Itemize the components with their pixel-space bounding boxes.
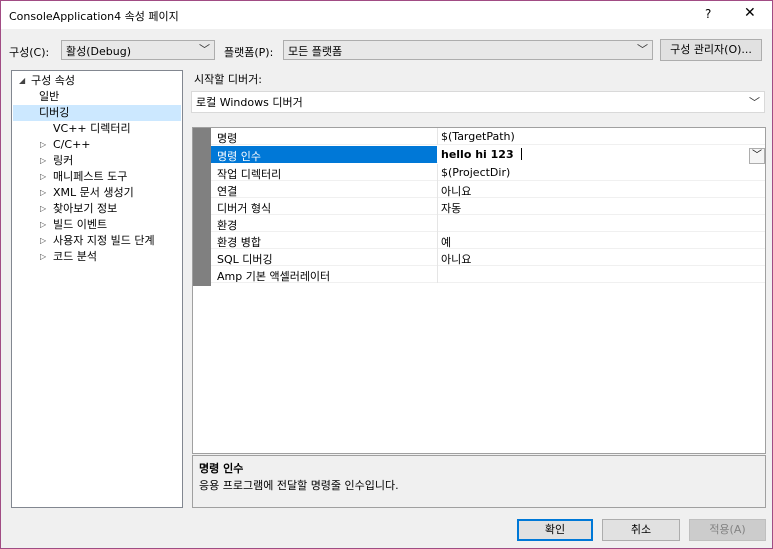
- help-button[interactable]: ?: [705, 7, 711, 21]
- property-name: 환경 병합: [217, 236, 261, 249]
- property-name: 디버거 형식: [217, 202, 272, 215]
- debugger-select[interactable]: 로컬 Windows 디버거 ﹀: [191, 91, 765, 113]
- property-row-debugger-type[interactable]: 디버거 형식 자동: [211, 198, 765, 215]
- tree-item-label: VC++ 디렉터리: [53, 122, 131, 135]
- tree-item-vc-directories[interactable]: VC++ 디렉터리: [53, 121, 131, 137]
- arguments-dropdown-button[interactable]: ﹀: [749, 148, 765, 164]
- property-name: 환경: [217, 219, 238, 232]
- close-button[interactable]: ✕: [744, 5, 756, 21]
- property-row-command-arguments[interactable]: 명령 인수 hello hi 123: [211, 146, 765, 163]
- property-name: 명령 인수: [217, 150, 261, 163]
- property-value: 아니요: [441, 253, 472, 266]
- platform-select[interactable]: 모든 플랫폼 ﹀: [283, 40, 653, 60]
- property-row-merge-environment[interactable]: 환경 병합 예: [211, 232, 765, 249]
- property-grid: 명령 $(TargetPath) 명령 인수 hello hi 123 작업 디…: [192, 127, 766, 454]
- configuration-row: 구성(C): 활성(Debug) ﹀ 플랫폼(P): 모든 플랫폼 ﹀ 구성 관…: [1, 39, 772, 62]
- collapsed-triangle-icon[interactable]: ▷: [40, 249, 46, 265]
- tree-item-general[interactable]: 일반: [39, 89, 59, 105]
- tree-item-label: 찾아보기 정보: [53, 202, 118, 215]
- column-divider: [437, 181, 438, 198]
- configuration-select[interactable]: 활성(Debug) ﹀: [61, 40, 215, 60]
- tree-item-label: 빌드 이벤트: [53, 218, 108, 231]
- property-value: $(ProjectDir): [441, 166, 511, 179]
- tree-root[interactable]: ◢ 구성 속성: [19, 73, 75, 89]
- title-bar: ConsoleApplication4 속성 페이지 ? ✕: [1, 1, 772, 29]
- column-divider: [437, 164, 438, 181]
- chevron-down-icon: ﹀: [752, 150, 762, 161]
- grid-gutter: [193, 128, 211, 286]
- debugger-label: 시작할 디버거:: [194, 73, 262, 86]
- window-title: ConsoleApplication4 속성 페이지: [9, 10, 179, 23]
- property-value: 아니요: [441, 185, 472, 198]
- property-name: Amp 기본 액셀러레이터: [217, 270, 331, 283]
- tree-item-debugging[interactable]: 디버깅: [13, 105, 181, 121]
- property-value: 자동: [441, 202, 462, 215]
- chevron-down-icon: ﹀: [199, 43, 210, 56]
- chevron-down-icon: ﹀: [749, 96, 760, 109]
- tree-item-label: C/C++: [53, 138, 91, 151]
- collapsed-triangle-icon[interactable]: ▷: [40, 185, 46, 201]
- column-divider: [437, 232, 438, 249]
- tree-item-label: 사용자 지정 빌드 단계: [53, 234, 155, 247]
- description-text: 응용 프로그램에 전달할 명령줄 인수입니다.: [199, 479, 399, 492]
- property-pages-dialog: ConsoleApplication4 속성 페이지 ? ✕ 구성(C): 활성…: [0, 0, 773, 549]
- tree-item-label: 링커: [53, 154, 74, 167]
- tree-item-build-events[interactable]: ▷ 빌드 이벤트: [40, 217, 108, 233]
- tree-item-manifest-tool[interactable]: ▷ 매니페스트 도구: [40, 169, 128, 185]
- tree-item-label: 디버깅: [39, 106, 70, 119]
- tree-item-label: 일반: [39, 90, 60, 103]
- tree-item-c-cpp[interactable]: ▷ C/C++: [40, 137, 91, 153]
- platform-label: 플랫폼(P):: [224, 46, 274, 59]
- column-divider: [437, 215, 438, 232]
- collapsed-triangle-icon[interactable]: ▷: [40, 201, 46, 217]
- text-caret: [521, 148, 522, 160]
- description-title: 명령 인수: [199, 462, 244, 475]
- platform-value: 모든 플랫폼: [288, 45, 343, 58]
- tree-item-label: 코드 분석: [53, 250, 97, 263]
- column-divider: [437, 249, 438, 266]
- chevron-down-icon: ﹀: [637, 43, 648, 56]
- property-value: $(TargetPath): [441, 130, 515, 143]
- property-row-attach[interactable]: 연결 아니요: [211, 181, 765, 198]
- collapsed-triangle-icon[interactable]: ▷: [40, 153, 46, 169]
- property-row-amp-accelerator[interactable]: Amp 기본 액셀러레이터: [211, 266, 765, 283]
- tree-item-label: 매니페스트 도구: [53, 170, 128, 183]
- tree-item-xml-doc-generator[interactable]: ▷ XML 문서 생성기: [40, 185, 134, 201]
- column-divider: [437, 266, 438, 283]
- property-name: SQL 디버깅: [217, 253, 273, 266]
- property-row-environment[interactable]: 환경: [211, 215, 765, 232]
- apply-button[interactable]: 적용(A): [689, 519, 766, 541]
- tree-root-label: 구성 속성: [31, 74, 75, 87]
- tree-item-browse-info[interactable]: ▷ 찾아보기 정보: [40, 201, 118, 217]
- tree-item-linker[interactable]: ▷ 링커: [40, 153, 74, 169]
- description-panel: 명령 인수 응용 프로그램에 전달할 명령줄 인수입니다.: [192, 455, 766, 508]
- property-value: hello hi 123: [441, 148, 514, 161]
- property-row-sql-debugging[interactable]: SQL 디버깅 아니요: [211, 249, 765, 266]
- column-divider: [437, 198, 438, 215]
- property-name: 작업 디렉터리: [217, 168, 282, 181]
- configuration-label: 구성(C):: [9, 46, 50, 59]
- configuration-manager-button[interactable]: 구성 관리자(O)...: [660, 39, 762, 61]
- collapsed-triangle-icon[interactable]: ▷: [40, 169, 46, 185]
- tree-item-code-analysis[interactable]: ▷ 코드 분석: [40, 249, 97, 265]
- ok-button[interactable]: 확인: [517, 519, 593, 541]
- property-tree: ◢ 구성 속성 일반 디버깅 VC++ 디렉터리 ▷ C/C++ ▷ 링커 ▷ 매니페…: [11, 70, 183, 508]
- configuration-value: 활성(Debug): [66, 45, 131, 58]
- cancel-button[interactable]: 취소: [602, 519, 680, 541]
- property-name: 연결: [217, 185, 238, 198]
- property-name: 명령: [217, 132, 238, 145]
- tree-item-label: XML 문서 생성기: [53, 186, 134, 199]
- column-divider: [437, 128, 438, 145]
- debugger-value: 로컬 Windows 디버거: [196, 96, 303, 109]
- property-row-command[interactable]: 명령 $(TargetPath): [211, 128, 765, 145]
- collapsed-triangle-icon[interactable]: ▷: [40, 137, 46, 153]
- expanded-triangle-icon[interactable]: ◢: [19, 73, 25, 89]
- collapsed-triangle-icon[interactable]: ▷: [40, 233, 46, 249]
- collapsed-triangle-icon[interactable]: ▷: [40, 217, 46, 233]
- tree-item-custom-build-step[interactable]: ▷ 사용자 지정 빌드 단계: [40, 233, 155, 249]
- property-value: 예: [441, 236, 452, 249]
- property-row-working-directory[interactable]: 작업 디렉터리 $(ProjectDir): [211, 164, 765, 181]
